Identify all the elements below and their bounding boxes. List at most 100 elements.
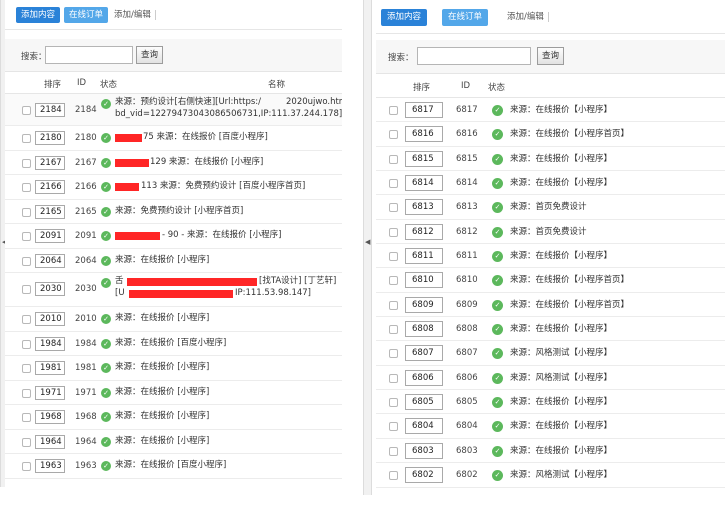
sort-input[interactable]: 6812 xyxy=(405,223,443,240)
sort-input[interactable]: 6816 xyxy=(405,126,443,143)
search-button[interactable]: 查询 xyxy=(537,47,565,65)
row-name[interactable]: 来源：风格测试【小程序】 xyxy=(510,348,612,359)
row-name[interactable]: 来源：在线报价【小程序】 xyxy=(510,397,612,408)
sort-input[interactable]: 6810 xyxy=(405,272,443,289)
row-checkbox[interactable] xyxy=(389,446,398,456)
row-checkbox[interactable] xyxy=(22,134,31,143)
row-checkbox[interactable] xyxy=(389,252,398,262)
row-name[interactable]: 来源：首页免费设计 xyxy=(510,227,587,238)
row-checkbox[interactable] xyxy=(22,232,31,241)
row-name[interactable]: 来源：在线报价【小程序】 xyxy=(510,421,612,432)
online-orders-button[interactable]: 在线订单 xyxy=(442,9,489,26)
sort-input[interactable]: 2010 xyxy=(35,312,65,326)
row-name[interactable]: 来源：预约设计[右侧快速][Url:https:/ xyxy=(115,97,261,108)
row-name[interactable]: 舌 xyxy=(115,276,124,287)
row-name[interactable]: 来源：在线报价 [小程序] xyxy=(115,362,209,373)
search-button[interactable]: 查询 xyxy=(136,46,164,64)
row-checkbox[interactable] xyxy=(22,462,31,471)
sort-input[interactable]: 1968 xyxy=(35,410,65,424)
row-checkbox[interactable] xyxy=(22,158,31,168)
sort-input[interactable]: 6803 xyxy=(405,442,443,459)
sort-input[interactable]: 1981 xyxy=(35,361,65,375)
row-name[interactable]: 来源：在线报价【小程序首页】 xyxy=(510,275,629,286)
row-checkbox[interactable] xyxy=(389,154,398,164)
add-edit-link[interactable]: 添加/编辑 xyxy=(114,7,156,23)
row-checkbox[interactable] xyxy=(389,106,398,115)
row-checkbox[interactable] xyxy=(22,413,31,422)
row-name[interactable]: 来源：在线报价 [百度小程序] xyxy=(115,338,226,349)
sort-input[interactable]: 6807 xyxy=(405,345,443,362)
sort-input[interactable]: 2167 xyxy=(35,155,65,170)
sort-input[interactable]: 6804 xyxy=(405,418,443,435)
sort-input[interactable]: 2184 xyxy=(35,103,65,117)
row-name[interactable]: 来源：首页免费设计 xyxy=(510,202,587,213)
row-checkbox[interactable] xyxy=(389,227,398,237)
row-name[interactable]: 来源：在线报价【小程序】 xyxy=(510,105,612,116)
row-checkbox[interactable] xyxy=(389,325,398,335)
sort-input[interactable]: 6813 xyxy=(405,199,443,216)
row-checkbox[interactable] xyxy=(389,349,398,359)
sort-input[interactable]: 1971 xyxy=(35,385,65,400)
add-content-button[interactable]: 添加内容 xyxy=(16,7,61,23)
row-name[interactable]: 来源：在线报价 [小程序] xyxy=(115,313,209,324)
row-checkbox[interactable] xyxy=(389,276,398,286)
add-edit-link[interactable]: 添加/编辑 xyxy=(507,9,549,25)
row-checkbox[interactable] xyxy=(389,203,398,213)
online-orders-button[interactable]: 在线订单 xyxy=(64,7,109,23)
row-name[interactable]: 来源：在线报价 [小程序] xyxy=(115,411,209,422)
row-name[interactable]: 来源：风格测试【小程序】 xyxy=(510,470,612,481)
sort-input[interactable]: 2091 xyxy=(35,229,65,243)
row-name-tail[interactable]: [找TA设计] [丁艺轩] xyxy=(259,276,336,287)
row-name[interactable]: 来源：在线报价 [小程序] xyxy=(115,387,209,398)
sort-input[interactable]: 2166 xyxy=(35,180,65,194)
sort-input[interactable]: 2030 xyxy=(35,282,65,296)
row-name[interactable]: - 90 - 来源：在线报价 [小程序] xyxy=(162,230,281,241)
row-name[interactable]: 来源：在线报价【小程序首页】 xyxy=(510,300,629,311)
row-checkbox[interactable] xyxy=(22,315,31,324)
search-input[interactable] xyxy=(45,46,133,64)
row-checkbox[interactable] xyxy=(389,300,398,310)
row-checkbox[interactable] xyxy=(22,256,31,266)
row-checkbox[interactable] xyxy=(22,106,31,115)
sort-input[interactable]: 6808 xyxy=(405,321,443,338)
sort-input[interactable]: 2064 xyxy=(35,253,65,268)
sort-input[interactable]: 2165 xyxy=(35,204,65,219)
sort-input[interactable]: 6811 xyxy=(405,248,443,265)
row-name[interactable]: 来源：在线报价【小程序】 xyxy=(510,446,612,457)
row-name[interactable]: 来源：风格测试【小程序】 xyxy=(510,373,612,384)
row-name[interactable]: 75 来源：在线报价 [百度小程序] xyxy=(143,132,268,143)
sort-input[interactable]: 6815 xyxy=(405,150,443,167)
row-name[interactable]: 来源：在线报价【小程序】 xyxy=(510,154,612,165)
row-name[interactable]: 来源：在线报价【小程序】 xyxy=(510,251,612,262)
row-checkbox[interactable] xyxy=(22,388,31,398)
sort-input[interactable]: 6806 xyxy=(405,369,443,386)
sort-input[interactable]: 1963 xyxy=(35,459,65,473)
middle-collapse-bar[interactable]: ◀ xyxy=(363,0,372,495)
row-checkbox[interactable] xyxy=(389,130,398,140)
row-name[interactable]: 来源：在线报价【小程序】 xyxy=(510,324,612,335)
row-name[interactable]: 113 来源：免费预约设计 [百度小程序首页] xyxy=(141,181,305,192)
row-checkbox[interactable] xyxy=(389,398,398,408)
row-checkbox[interactable] xyxy=(389,179,398,189)
add-content-button[interactable]: 添加内容 xyxy=(381,9,428,26)
search-input[interactable] xyxy=(417,47,531,65)
sort-input[interactable]: 6805 xyxy=(405,394,443,411)
row-checkbox[interactable] xyxy=(22,339,31,349)
row-checkbox[interactable] xyxy=(389,471,398,481)
sort-input[interactable]: 2180 xyxy=(35,131,65,145)
sort-input[interactable]: 1964 xyxy=(35,434,65,449)
row-name[interactable]: 来源：在线报价【小程序】 xyxy=(510,178,612,189)
row-checkbox[interactable] xyxy=(389,373,398,383)
row-name[interactable]: 来源：在线报价 [小程序] xyxy=(115,436,209,447)
sort-input[interactable]: 1984 xyxy=(35,336,65,351)
row-checkbox[interactable] xyxy=(22,437,31,447)
row-checkbox[interactable] xyxy=(22,285,31,294)
row-checkbox[interactable] xyxy=(22,183,31,192)
row-name[interactable]: 来源：在线报价 [百度小程序] xyxy=(115,460,226,471)
row-name[interactable]: 来源：在线报价 [小程序] xyxy=(115,255,209,266)
row-checkbox[interactable] xyxy=(22,207,31,217)
row-checkbox[interactable] xyxy=(389,422,398,432)
sort-input[interactable]: 6802 xyxy=(405,467,443,484)
row-name-tail[interactable]: 2020ujwo.html? xyxy=(286,97,342,108)
sort-input[interactable]: 6809 xyxy=(405,296,443,313)
